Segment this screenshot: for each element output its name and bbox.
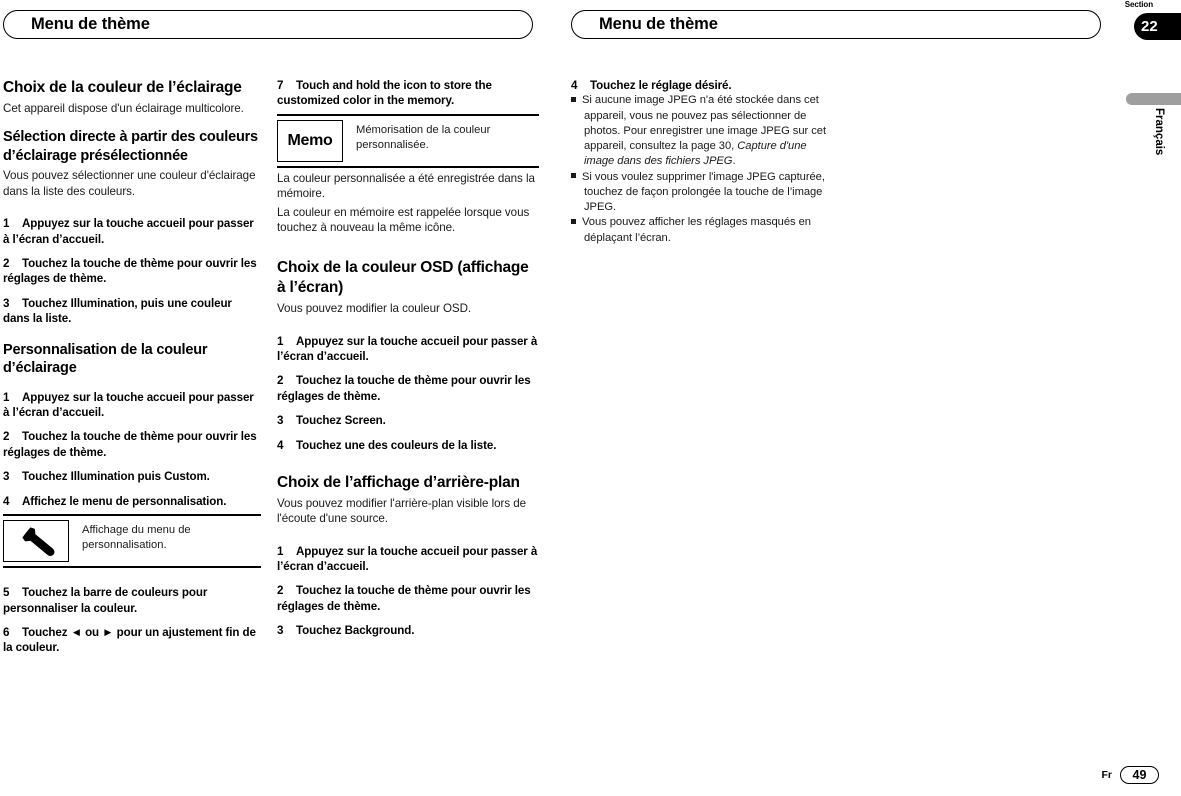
step-text: Touchez ◄ ou ► pour un ajustement fin de… bbox=[3, 625, 256, 655]
step-text: Touch and hold the icon to store the cus… bbox=[277, 79, 492, 108]
bullet-text: Vous pouvez afficher les réglages masqué… bbox=[582, 216, 811, 244]
step-number: 4 bbox=[571, 79, 578, 92]
step-text: Touchez la touche de thème pour ouvrir l… bbox=[3, 430, 257, 459]
step-number: 2 bbox=[277, 584, 284, 598]
language-tab-label: Français bbox=[1153, 108, 1165, 156]
square-bullet-icon bbox=[571, 173, 576, 179]
page-header-left-title: Menu de thème bbox=[31, 14, 150, 33]
memo-icon-description: Mémorisation de la couleur personnalisée… bbox=[356, 123, 491, 151]
step-number: 1 bbox=[277, 544, 284, 558]
step-text: Touchez la touche de thème pour ouvrir l… bbox=[3, 256, 257, 286]
step-text: Appuyez sur la touche accueil pour passe… bbox=[277, 544, 538, 573]
heading-osd-color: Choix de la couleur OSD (affichage à l’é… bbox=[277, 259, 529, 297]
step-item: 3 Touchez Background. bbox=[277, 623, 539, 638]
language-tab-bar bbox=[1126, 93, 1181, 105]
step-text: Touchez Background. bbox=[296, 624, 415, 638]
step-number: 3 bbox=[3, 470, 10, 484]
wrench-icon bbox=[22, 527, 55, 557]
step-item: 7 Touch and hold the icon to store the cu… bbox=[277, 78, 539, 109]
heading-lighting-color: Choix de la couleur de l’éclairage bbox=[3, 79, 242, 96]
wrench-icon-cell bbox=[3, 520, 69, 563]
step-number: 3 bbox=[277, 414, 284, 428]
step-text: Touchez la touche de thème pour ouvrir l… bbox=[277, 584, 531, 613]
section-label: Section bbox=[1124, 0, 1153, 9]
step-text: Affichez le menu de personnalisation. bbox=[22, 494, 227, 508]
step-number: 2 bbox=[3, 256, 10, 270]
page-header-right-title: Menu de thème bbox=[599, 14, 718, 33]
step-number: 2 bbox=[277, 374, 284, 388]
heading-preset-colors: Sélection directe à partir des couleurs … bbox=[3, 129, 258, 164]
step-item: 1 Appuyez sur la touche accueil pour pass… bbox=[277, 544, 539, 575]
step-text: Appuyez sur la touche accueil pour passe… bbox=[3, 390, 254, 420]
wrench-icon-description: Affichage du menu de personnalisation. bbox=[82, 524, 191, 552]
step-item: 4 Touchez le réglage désiré. bbox=[571, 78, 839, 93]
step-number: 3 bbox=[277, 624, 284, 638]
column-three: 4 Touchez le réglage désiré. Si aucune im… bbox=[571, 78, 839, 246]
bullet-item: Si aucune image JPEG n'a été stockée dan… bbox=[571, 93, 839, 169]
page-header-right: Menu de thème bbox=[571, 10, 1101, 39]
memo-icon-cell: Memo bbox=[277, 119, 343, 162]
step-item: 1 Appuyez sur la touche accueil pour pass… bbox=[3, 390, 261, 421]
step-item: 1 Appuyez sur la touche accueil pour pass… bbox=[277, 334, 539, 365]
step-number: 4 bbox=[277, 438, 284, 452]
step-text: Touchez Screen. bbox=[296, 414, 386, 428]
step-number: 1 bbox=[3, 390, 10, 404]
step-number: 4 bbox=[3, 494, 10, 508]
memo-note-line: La couleur en mémoire est rappelée lorsq… bbox=[277, 205, 530, 235]
step-number: 6 bbox=[3, 625, 10, 639]
bullet-item: Si vous voulez supprimer l'image JPEG ca… bbox=[571, 170, 839, 216]
square-bullet-icon bbox=[571, 96, 576, 102]
step-item: 4 Affichez le menu de personnalisation. bbox=[3, 494, 261, 509]
heading-background-display: Choix de l’affichage d’arrière-plan bbox=[277, 473, 520, 491]
step-text: Appuyez sur la touche accueil pour passe… bbox=[3, 217, 254, 246]
step-text: Touchez Illumination puis Custom. bbox=[22, 470, 210, 484]
bullet-item: Vous pouvez afficher les réglages masqué… bbox=[571, 215, 839, 245]
footer-page-number: 49 bbox=[1120, 766, 1159, 784]
step-text: Touchez une des couleurs de la liste. bbox=[296, 438, 497, 452]
step-text: Touchez le réglage désiré. bbox=[590, 79, 732, 92]
memo-note-line: La couleur personnalisée a été enregistr… bbox=[277, 171, 535, 201]
step-text: Appuyez sur la touche accueil pour passe… bbox=[277, 334, 538, 363]
bullet-text-post: . bbox=[732, 155, 736, 168]
step-item: 2 Touchez la touche de thème pour ouvrir … bbox=[3, 256, 261, 287]
step-item: 5 Touchez la barre de couleurs pour perso… bbox=[3, 585, 261, 616]
step-text: Touchez Illumination, puis une couleur d… bbox=[3, 296, 232, 326]
step-item: 2 Touchez la touche de thème pour ouvrir … bbox=[3, 429, 261, 460]
footer-language-code: Fr bbox=[1101, 769, 1113, 781]
icon-note-memo: Memo Mémorisation de la couleur personna… bbox=[277, 113, 539, 168]
step-item: 1 Appuyez sur la touche accueil pour pass… bbox=[3, 216, 261, 247]
step-number: 7 bbox=[277, 79, 284, 92]
column-one: Choix de la couleur de l’éclairage Cet a… bbox=[3, 78, 261, 656]
step-number: 3 bbox=[3, 296, 10, 310]
step-item: 2 Touchez la touche de thème pour ouvrir … bbox=[277, 583, 539, 614]
intro-background-display: Vous pouvez modifier l'arrière-plan visi… bbox=[277, 496, 527, 526]
intro-lighting-color: Cet appareil dispose d'un éclairage mult… bbox=[3, 101, 244, 115]
step-item: 3 Touchez Illumination puis Custom. bbox=[3, 469, 261, 484]
manual-page-spread: Menu de thème Menu de thème Section 22 F… bbox=[0, 0, 1181, 796]
intro-preset-colors: Vous pouvez sélectionner une couleur d'é… bbox=[3, 169, 256, 198]
step-item: 3 Touchez Illumination, puis une couleur … bbox=[3, 296, 261, 327]
icon-note-wrench: Affichage du menu de personnalisation. bbox=[3, 514, 261, 569]
step-number: 1 bbox=[277, 334, 284, 348]
step-text: Touchez la barre de couleurs pour person… bbox=[3, 586, 208, 615]
section-number: 22 bbox=[1141, 17, 1158, 35]
step-item: 3 Touchez Screen. bbox=[277, 413, 539, 428]
step-text: Touchez la touche de thème pour ouvrir l… bbox=[277, 374, 531, 403]
page-header-left: Menu de thème bbox=[3, 10, 533, 39]
bullet-text: Si vous voulez supprimer l'image JPEG ca… bbox=[582, 170, 825, 214]
column-two: 7 Touch and hold the icon to store the cu… bbox=[277, 78, 539, 639]
step-number: 1 bbox=[3, 217, 10, 231]
square-bullet-icon bbox=[571, 218, 576, 224]
step-number: 5 bbox=[3, 586, 10, 600]
step-number: 2 bbox=[3, 430, 10, 444]
page-footer: Fr 49 bbox=[1101, 766, 1159, 784]
step-item: 2 Touchez la touche de thème pour ouvrir … bbox=[277, 373, 539, 404]
step-item: 4 Touchez une des couleurs de la liste. bbox=[277, 438, 539, 453]
step-item: 6 Touchez ◄ ou ► pour un ajustement fin d… bbox=[3, 625, 261, 656]
heading-custom-lighting: Personnalisation de la couleur d’éclaira… bbox=[3, 341, 208, 377]
intro-osd-color: Vous pouvez modifier la couleur OSD. bbox=[277, 302, 472, 316]
section-tab: 22 bbox=[1134, 13, 1181, 40]
